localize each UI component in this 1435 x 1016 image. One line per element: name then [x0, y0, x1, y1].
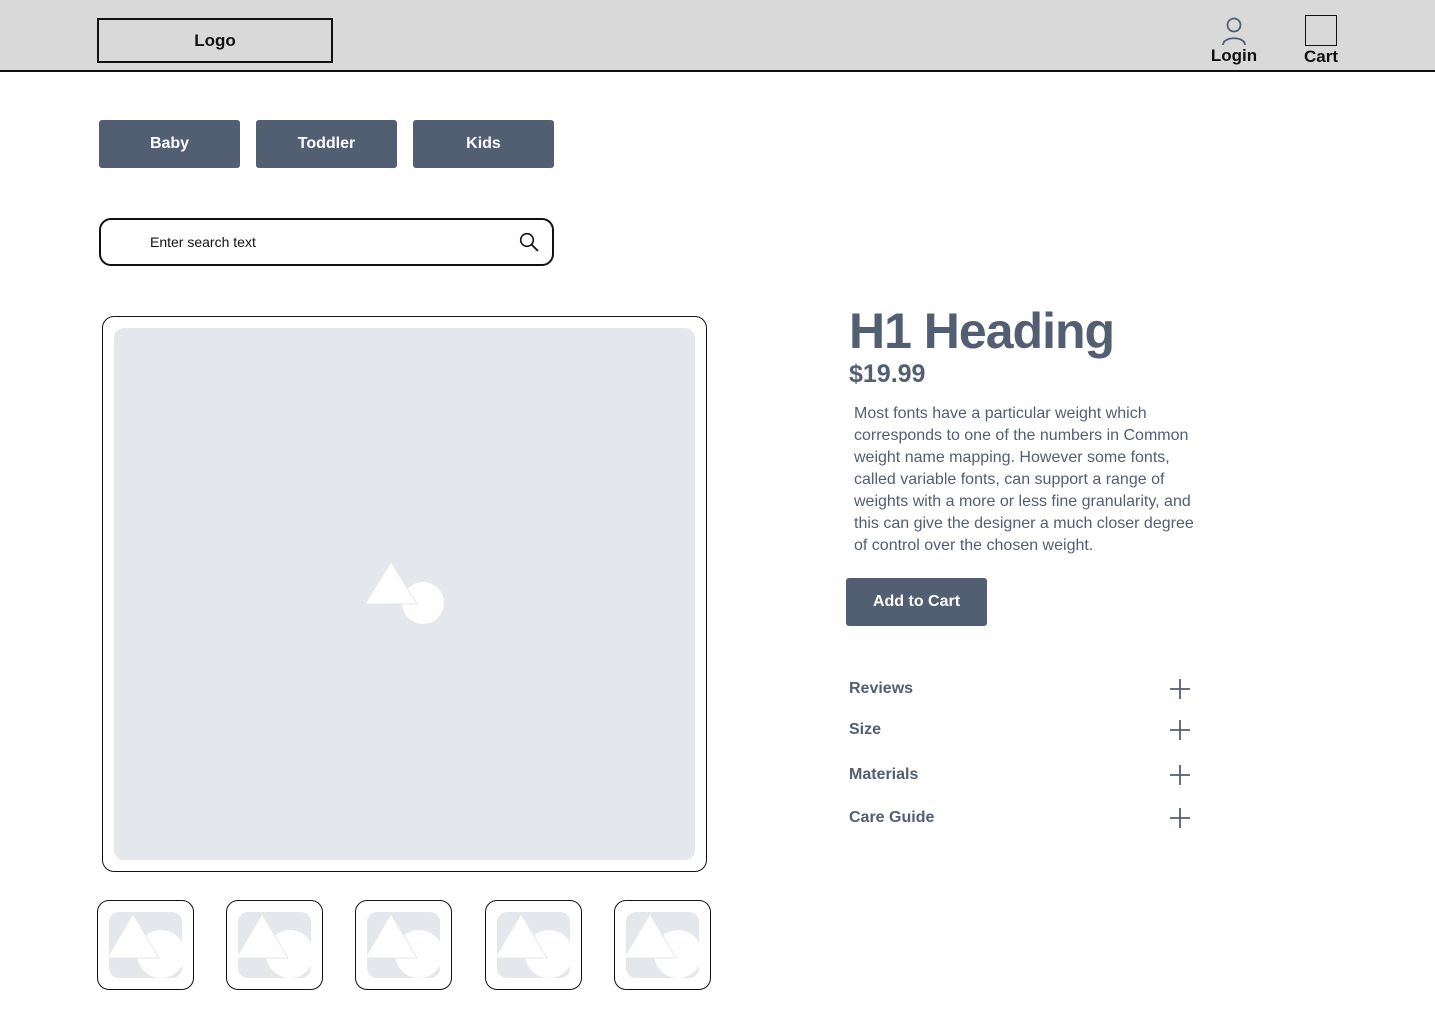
image-placeholder-icon	[497, 913, 570, 978]
accordion-label: Care Guide	[849, 809, 935, 826]
accordion-size[interactable]: Size	[849, 718, 1193, 742]
plus-icon[interactable]	[1169, 719, 1191, 741]
header-bar: Logo Login Cart	[0, 0, 1435, 72]
user-icon	[1222, 17, 1246, 46]
cart-label: Cart	[1303, 47, 1338, 66]
image-placeholder-icon	[367, 913, 440, 978]
category-baby-button[interactable]: Baby	[99, 120, 240, 168]
category-toddler-button[interactable]: Toddler	[256, 120, 397, 168]
thumbnail-3[interactable]	[355, 900, 452, 990]
product-price: $19.99	[849, 360, 926, 388]
thumbnail-1[interactable]	[97, 900, 194, 990]
login-button[interactable]: Login	[1205, 16, 1263, 68]
image-placeholder	[114, 328, 695, 860]
plus-icon[interactable]	[1169, 764, 1191, 786]
accordion-label: Size	[849, 721, 882, 738]
thumbnail-2[interactable]	[226, 900, 323, 990]
thumbnail-5[interactable]	[614, 900, 711, 990]
product-page: Logo Login Cart Baby Toddler Kids Enter …	[0, 0, 1435, 1016]
accordion-label: Reviews	[849, 680, 914, 697]
product-description: Most fonts have a particular weight whic…	[854, 405, 1194, 554]
cart-icon	[1305, 15, 1337, 46]
login-label: Login	[1210, 46, 1258, 65]
search-box	[99, 218, 554, 266]
plus-icon[interactable]	[1169, 807, 1191, 829]
product-title: H1 Heading	[849, 303, 1115, 359]
main-product-image[interactable]	[102, 316, 707, 872]
search-input[interactable]	[150, 234, 500, 250]
add-to-cart-button[interactable]: Add to Cart	[846, 578, 987, 626]
accordion-label: Materials	[849, 766, 919, 783]
accordion-materials[interactable]: Materials	[849, 763, 1193, 787]
plus-icon[interactable]	[1169, 678, 1191, 700]
image-placeholder-icon	[363, 561, 444, 624]
search-icon[interactable]	[519, 232, 539, 252]
accordion-care-guide[interactable]: Care Guide	[849, 806, 1193, 830]
thumbnail-4[interactable]	[485, 900, 582, 990]
accordion-reviews[interactable]: Reviews	[849, 677, 1193, 701]
logo[interactable]: Logo	[97, 18, 333, 63]
image-placeholder-icon	[109, 913, 182, 978]
image-placeholder-icon	[238, 913, 311, 978]
category-kids-button[interactable]: Kids	[413, 120, 554, 168]
logo-text: Logo	[194, 30, 236, 50]
image-placeholder-icon	[626, 913, 699, 978]
cart-button[interactable]: Cart	[1298, 15, 1344, 67]
